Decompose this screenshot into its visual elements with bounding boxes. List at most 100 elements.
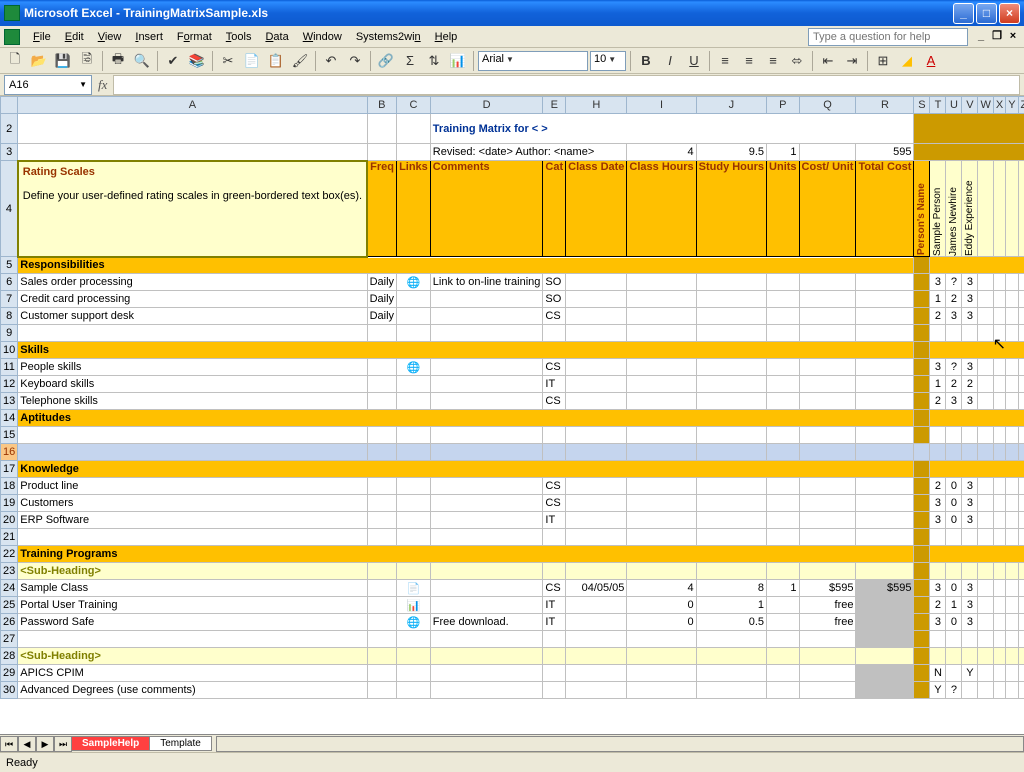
worksheet-area[interactable]: ABCDEHIJPQRSTUVWXYZ 2 Training Matrix fo…: [0, 96, 1024, 734]
print-icon[interactable]: 🖶: [107, 50, 129, 72]
help-search-input[interactable]: [808, 28, 968, 46]
align-left-icon[interactable]: ≡: [714, 50, 736, 72]
align-right-icon[interactable]: ≡: [762, 50, 784, 72]
doc-minimize-button[interactable]: _: [974, 30, 988, 44]
col-P[interactable]: P: [767, 97, 800, 114]
col-B[interactable]: B: [367, 97, 396, 114]
link-icon[interactable]: 🌐: [397, 274, 431, 291]
row-4[interactable]: 4 Rating ScalesDefine your user-defined …: [1, 161, 1024, 257]
persons-name-hdr[interactable]: Person's Name: [916, 161, 927, 255]
sort-icon[interactable]: ⇅: [423, 50, 445, 72]
section-training-programs[interactable]: Training Programs: [18, 546, 914, 563]
row-23[interactable]: 23<Sub-Heading>: [1, 563, 1024, 580]
underline-icon[interactable]: U: [683, 50, 705, 72]
hscrollbar[interactable]: [216, 736, 1024, 752]
align-center-icon[interactable]: ≡: [738, 50, 760, 72]
open-icon[interactable]: 📂: [28, 50, 50, 72]
doc-restore-button[interactable]: ❐: [990, 30, 1004, 44]
menu-insert[interactable]: Insert: [128, 29, 170, 45]
new-icon[interactable]: 🗋: [4, 50, 26, 72]
row-20[interactable]: 20ERP SoftwareIT303: [1, 512, 1024, 529]
permission-icon[interactable]: 🗟: [76, 50, 98, 72]
italic-icon[interactable]: I: [659, 50, 681, 72]
close-button[interactable]: ×: [999, 3, 1020, 24]
tab-last-button[interactable]: ⏭: [54, 736, 72, 752]
row-8[interactable]: 8Customer support deskDailyCS233: [1, 308, 1024, 325]
xls-icon[interactable]: 📊: [397, 597, 431, 614]
paste-icon[interactable]: 📋: [265, 50, 287, 72]
row-7[interactable]: 7Credit card processingDailySO123: [1, 291, 1024, 308]
preview-icon[interactable]: 🔍: [131, 50, 153, 72]
row-25[interactable]: 25Portal User Training📊IT01free213: [1, 597, 1024, 614]
maximize-button[interactable]: □: [976, 3, 997, 24]
menu-tools[interactable]: Tools: [219, 29, 259, 45]
row-21[interactable]: 21: [1, 529, 1024, 546]
font-color-icon[interactable]: A: [920, 50, 942, 72]
sheet-tab-samplehelp[interactable]: SampleHelp: [71, 736, 150, 751]
spell-icon[interactable]: ✔: [162, 50, 184, 72]
row-22[interactable]: 22Training Programs: [1, 546, 1024, 563]
col-U[interactable]: U: [946, 97, 962, 114]
research-icon[interactable]: 📚: [186, 50, 208, 72]
chart-icon[interactable]: 📊: [447, 50, 469, 72]
col-Q[interactable]: Q: [799, 97, 856, 114]
indent-inc-icon[interactable]: ⇥: [841, 50, 863, 72]
fx-icon[interactable]: fx: [98, 77, 107, 93]
row-29[interactable]: 29APICS CPIMNY: [1, 665, 1024, 682]
section-responsibilities[interactable]: Responsibilities: [18, 257, 914, 274]
link-icon[interactable]: 🌐: [397, 614, 431, 631]
save-icon[interactable]: 💾: [52, 50, 74, 72]
row-11[interactable]: 11People skills🌐CS3?3: [1, 359, 1024, 376]
row-16-selected[interactable]: 16: [1, 444, 1024, 461]
col-Z[interactable]: Z: [1018, 97, 1024, 114]
menu-format[interactable]: Format: [170, 29, 219, 45]
row-10[interactable]: 10Skills: [1, 342, 1024, 359]
sheet-tab-template[interactable]: Template: [149, 736, 212, 751]
col-R[interactable]: R: [856, 97, 914, 114]
row-26[interactable]: 26Password Safe🌐Free download.IT00.5free…: [1, 614, 1024, 631]
section-aptitudes[interactable]: Aptitudes: [18, 410, 914, 427]
col-I[interactable]: I: [627, 97, 696, 114]
fill-color-icon[interactable]: ◢: [896, 50, 918, 72]
doc-icon[interactable]: 📄: [397, 580, 431, 597]
col-A[interactable]: A: [18, 97, 367, 114]
select-all-corner[interactable]: [1, 97, 18, 114]
doc-close-button[interactable]: ×: [1006, 30, 1020, 44]
tab-first-button[interactable]: ⏮: [0, 736, 18, 752]
row-27[interactable]: 27: [1, 631, 1024, 648]
col-S[interactable]: S: [914, 97, 930, 114]
formula-input[interactable]: [113, 75, 1020, 95]
row-30[interactable]: 30Advanced Degrees (use comments)Y?: [1, 682, 1024, 699]
undo-icon[interactable]: ↶: [320, 50, 342, 72]
row-3[interactable]: 3 Revised: <date> Author: <name> 4 9.5 1…: [1, 144, 1024, 161]
row-17[interactable]: 17Knowledge: [1, 461, 1024, 478]
font-size-combo[interactable]: 10▼: [590, 51, 626, 71]
bold-icon[interactable]: B: [635, 50, 657, 72]
row-15[interactable]: 15: [1, 427, 1024, 444]
row-6[interactable]: 6Sales order processingDaily🌐Link to on-…: [1, 274, 1024, 291]
col-H[interactable]: H: [566, 97, 627, 114]
indent-dec-icon[interactable]: ⇤: [817, 50, 839, 72]
name-box[interactable]: A16▼: [4, 75, 92, 95]
row-2[interactable]: 2 Training Matrix for < >: [1, 114, 1024, 144]
col-J[interactable]: J: [696, 97, 766, 114]
col-D[interactable]: D: [430, 97, 543, 114]
col-Y[interactable]: Y: [1006, 97, 1018, 114]
section-skills[interactable]: Skills: [18, 342, 914, 359]
redo-icon[interactable]: ↷: [344, 50, 366, 72]
link-icon[interactable]: 🌐: [397, 359, 431, 376]
minimize-button[interactable]: _: [953, 3, 974, 24]
tab-prev-button[interactable]: ◀: [18, 736, 36, 752]
menu-window[interactable]: Window: [296, 29, 349, 45]
row-14[interactable]: 14Aptitudes: [1, 410, 1024, 427]
font-name-combo[interactable]: Arial▼: [478, 51, 588, 71]
menu-systems2win[interactable]: Systems2win: [349, 29, 428, 45]
row-5[interactable]: 5Responsibilities: [1, 257, 1024, 274]
col-T[interactable]: T: [930, 97, 946, 114]
menu-help[interactable]: Help: [428, 29, 465, 45]
sheet-title[interactable]: Training Matrix for < >: [430, 114, 914, 144]
row-13[interactable]: 13Telephone skillsCS233: [1, 393, 1024, 410]
row-12[interactable]: 12Keyboard skillsIT122: [1, 376, 1024, 393]
menu-data[interactable]: Data: [258, 29, 295, 45]
col-W[interactable]: W: [978, 97, 993, 114]
